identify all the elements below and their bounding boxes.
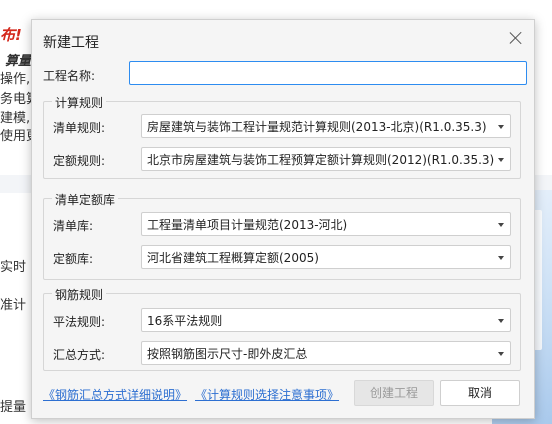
new-project-dialog: 新建工程 工程名称: 计算规则 清单规则: 房屋建筑与装饰工程计量规范计算规则(… — [31, 19, 535, 419]
create-project-button[interactable]: 创建工程 — [354, 380, 434, 406]
chevron-down-icon — [498, 256, 504, 260]
list-lib-select[interactable]: 工程量清单项目计量规范(2013-河北) — [141, 212, 511, 236]
calc-rules-group: 计算规则 清单规则: 房屋建筑与装饰工程计量规范计算规则(2013-北京)(R1… — [43, 94, 521, 179]
summary-method-value: 按照钢筋图示尺寸-即外皮汇总 — [147, 347, 308, 361]
list-quota-lib-group: 清单定额库 清单库: 工程量清单项目计量规范(2013-河北) 定额库: 河北省… — [43, 191, 521, 280]
project-name-label: 工程名称: — [43, 69, 96, 83]
flat-rule-label: 平法规则: — [53, 315, 106, 329]
quota-rule-label: 定额规则: — [53, 154, 106, 168]
list-quota-lib-legend: 清单定额库 — [52, 191, 119, 208]
chevron-down-icon — [498, 158, 504, 162]
bg-heading: 布! — [0, 26, 22, 44]
list-lib-label: 清单库: — [53, 219, 94, 233]
bg-text: 实时 — [0, 260, 27, 275]
cancel-button[interactable]: 取消 — [440, 380, 520, 406]
bg-text: 操作, — [0, 72, 31, 87]
bg-text: 建模, — [0, 111, 31, 126]
rebar-rules-legend: 钢筋规则 — [52, 286, 107, 303]
calc-rules-legend: 计算规则 — [52, 94, 107, 111]
list-rule-select[interactable]: 房屋建筑与装饰工程计量规范计算规则(2013-北京)(R1.0.35.3) — [141, 114, 511, 138]
list-rule-value: 房屋建筑与装饰工程计量规范计算规则(2013-北京)(R1.0.35.3) — [147, 120, 487, 134]
chevron-down-icon — [498, 223, 504, 227]
quota-lib-select[interactable]: 河北省建筑工程概算定额(2005) — [141, 245, 511, 269]
list-lib-value: 工程量清单项目计量规范(2013-河北) — [147, 218, 348, 232]
chevron-down-icon — [498, 125, 504, 129]
bg-text: 算量 — [5, 54, 32, 69]
summary-method-label: 汇总方式: — [53, 348, 106, 362]
rebar-rules-group: 钢筋规则 平法规则: 16系平法规则 汇总方式: 按照钢筋图示尺寸-即外皮汇总 — [43, 286, 521, 371]
close-icon[interactable] — [508, 30, 524, 46]
dialog-title: 新建工程 — [43, 35, 99, 51]
list-rule-label: 清单规则: — [53, 121, 106, 135]
quota-rule-select[interactable]: 北京市房屋建筑与装饰工程预算定额计算规则(2012)(R1.0.35.3) — [141, 147, 511, 171]
rebar-summary-help-link[interactable]: 《钢筋汇总方式详细说明》 — [43, 386, 187, 403]
project-name-input[interactable] — [129, 61, 527, 85]
chevron-down-icon — [498, 352, 504, 356]
summary-method-select[interactable]: 按照钢筋图示尺寸-即外皮汇总 — [141, 341, 511, 365]
flat-rule-select[interactable]: 16系平法规则 — [141, 308, 511, 332]
quota-rule-value: 北京市房屋建筑与装饰工程预算定额计算规则(2012)(R1.0.35.3) — [147, 153, 495, 167]
calc-rules-help-link[interactable]: 《计算规则选择注意事项》 — [195, 386, 339, 403]
quota-lib-label: 定额库: — [53, 252, 94, 266]
flat-rule-value: 16系平法规则 — [147, 314, 223, 328]
chevron-down-icon — [498, 319, 504, 323]
bg-text: 准计 — [0, 298, 27, 313]
bg-text: 提量 — [0, 400, 27, 415]
quota-lib-value: 河北省建筑工程概算定额(2005) — [147, 251, 319, 265]
